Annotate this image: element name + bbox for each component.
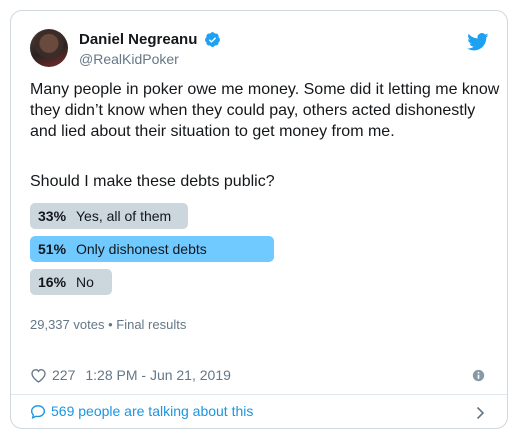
avatar[interactable] xyxy=(30,29,68,67)
info-icon[interactable] xyxy=(472,369,485,382)
tweet-timestamp[interactable]: 1:28 PM - Jun 21, 2019 xyxy=(85,367,231,383)
divider xyxy=(11,394,507,395)
like-count[interactable]: 227 xyxy=(52,367,75,383)
tweet-body: Many people in poker owe me money. Some … xyxy=(30,81,500,140)
poll-meta: 29,337 votes • Final results xyxy=(30,317,186,332)
poll-option-dishonest: 51% Only dishonest debts xyxy=(30,236,274,262)
verified-badge-icon xyxy=(205,32,220,47)
poll-label: Only dishonest debts xyxy=(76,241,207,257)
conversation-text[interactable]: 569 people are talking about this xyxy=(51,403,253,419)
poll-status: Final results xyxy=(116,317,187,332)
poll-votes: 29,337 votes xyxy=(30,317,105,332)
tweet-card: Daniel Negreanu @RealKidPoker Many peopl… xyxy=(10,10,508,429)
poll-label: No xyxy=(76,274,94,290)
poll-option-no: 16% No xyxy=(30,269,112,295)
chevron-right-icon[interactable] xyxy=(476,406,485,420)
author-handle[interactable]: @RealKidPoker xyxy=(79,51,179,67)
poll-percent: 51% xyxy=(38,241,67,257)
poll-question: Should I make these debts public? xyxy=(30,173,275,190)
poll-separator: • xyxy=(108,317,113,332)
twitter-bird-icon[interactable] xyxy=(467,33,489,51)
speech-bubble-icon xyxy=(30,404,46,419)
poll-label: Yes, all of them xyxy=(76,208,172,224)
tweet-footer: 227 1:28 PM - Jun 21, 2019 xyxy=(30,367,488,383)
poll-option-yes: 33% Yes, all of them xyxy=(30,203,188,229)
author-name[interactable]: Daniel Negreanu xyxy=(79,31,197,48)
conversation-link[interactable]: 569 people are talking about this xyxy=(30,403,253,419)
poll-percent: 16% xyxy=(38,274,67,290)
heart-icon[interactable] xyxy=(30,368,47,383)
poll-percent: 33% xyxy=(38,208,67,224)
